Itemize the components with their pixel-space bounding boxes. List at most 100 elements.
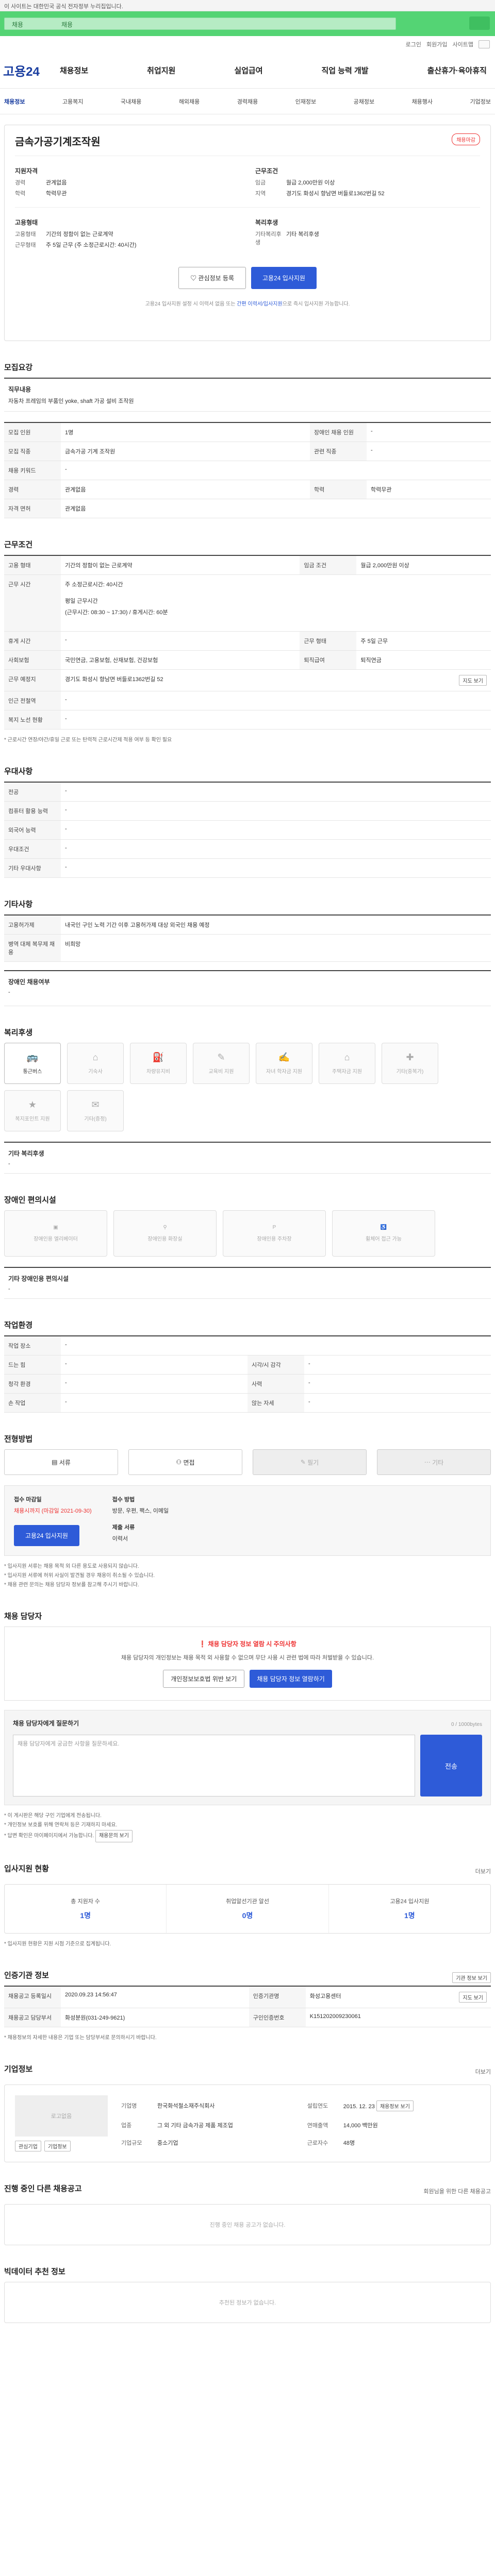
cell-value: 주 5일 근무 [356,631,491,651]
map-button[interactable]: 지도 보기 [459,675,487,686]
signup-link[interactable]: 회원가입 [426,40,447,48]
inquiry-list-button[interactable]: 채용문의 보기 [95,1830,133,1842]
qual-value: 관계없음 [46,180,67,186]
promo-search-field[interactable]: 채용 채용 [4,18,396,30]
cell-label: 기타 우대사항 [4,858,61,878]
pencil-icon: ✎ [300,1459,308,1466]
cell-value: - [61,1336,491,1355]
cell-value: 퇴직연금 [356,650,491,670]
agency-name: 화성고용센터 [309,1993,341,1999]
table-row: 고용 형태 기간의 정함이 없는 근로계약 임금 조건 월급 2,000만원 이상 [4,555,491,575]
emp-label: 고용형태 [15,231,36,238]
cell-label: 장애인 채용 인원 [310,422,367,442]
cell-label: 우대조건 [4,839,61,859]
cell-value: 내국인 구인 노력 기간 이후 고용허가제 대상 외국인 채용 예정 [61,915,491,935]
cell-value: 관계없음 [61,480,310,499]
cell-label: 작업 장소 [4,1336,61,1355]
agency-map-button[interactable]: 지도 보기 [459,1992,487,2003]
cell-label: 퇴직급여 [300,650,357,670]
cell-label: 근무 예정지 [4,669,61,691]
nav-item-jobs[interactable]: 채용정보 [60,65,88,76]
cell-value: - [61,801,491,821]
disab-list: ▣ 장애인용 엘리베이터 ⚲ 장애인용 화장실 P 장애인용 주차장 ♿ 휠체어 접근 … [4,1210,491,1257]
subnav-item[interactable]: 고용복지 [62,97,83,106]
apply-button-2[interactable]: 고용24 입사지원 [14,1525,79,1546]
subnav-item[interactable]: 해외채용 [179,97,200,106]
inquiry-send-button[interactable]: 전송 [420,1735,482,1797]
table-row: 업종 그 외 기타 금속가공 제품 제조업 연매출액 14,000 백만원 [118,2116,480,2133]
disab-card: P 장애인용 주차장 [223,1210,326,1257]
cell-label: 인근 전철역 [4,691,61,710]
apply-notes: * 입사지원 서류는 채용 목적 외 다른 용도로 사용되지 않습니다. * 입… [4,1562,491,1590]
cell-value: - [61,1355,248,1375]
subnav-item[interactable]: 기업정보 [470,97,491,106]
menu-icon[interactable] [478,40,490,48]
corp-table: 기업명 한국화석철소재주식회사 설립연도 2015. 12. 23 채용정보 보기 업… [118,2095,480,2151]
empty-state: 진행 중인 채용 공고가 없습니다. [4,2204,491,2245]
more-link[interactable]: 회원님을 위한 다른 채용공고 [423,2187,491,2195]
nav-item-benefits[interactable]: 실업급여 [234,65,262,76]
subnav-item[interactable]: 공채정보 [354,97,374,106]
screen-written-button[interactable]: ✎ 필기 [253,1449,367,1475]
sitemap-link[interactable]: 사이트맵 [453,40,473,48]
nav-item-training[interactable]: 직업 능력 개발 [321,65,368,76]
login-link[interactable]: 로그인 [406,40,421,48]
screen-etc-button[interactable]: ⋯ 기타 [377,1449,491,1475]
stat-item: 총 지원자 수 1명 [5,1885,167,1933]
table-row: 채용공고 담당부서 화성분원(031-249-9621) 구인인증번호 K151202… [4,2008,491,2027]
apply-button[interactable]: 고용24 입사지원 [251,267,317,289]
bus-icon: 🚌 [26,1052,39,1062]
apply-note-pre: 고용24 입사지원 설정 시 이력서 없음 또는 [145,301,236,307]
table-row: 경력 관계없음 학력 학력무관 [4,480,491,499]
table-row: 복지 노선 현황 - [4,710,491,730]
welfare-card: ✚ 기타(중복가) [382,1043,438,1084]
emp-value: 주 5일 근무 (주 소정근로시간: 40시간) [46,242,137,248]
subnav-item[interactable]: 인재정보 [295,97,316,106]
wishlist-button[interactable]: ♡ 관심정보 등록 [178,267,246,289]
welfare-label: 복지포인트 지원 [15,1116,50,1122]
subnav-item[interactable]: 채용행사 [412,97,433,106]
screen-document-button[interactable]: ▤ 서류 [4,1449,118,1475]
stat-number: 1명 [404,1911,415,1920]
quick-apply-link[interactable]: 간편 이력서/입사지원 [237,301,282,307]
subnav-item[interactable]: 국내채용 [121,97,141,106]
more-link[interactable]: 더보기 [475,2067,491,2076]
promo-action-button[interactable] [469,16,490,30]
section-title: 기타사항 [4,900,33,909]
welfare-section: 복리후생 🚌 통근버스 ⌂ 기숙사 ⛽ 차량유지비 ✎ 교육비 지원 ✍ 자녀 학자금 지원 ⌂ 주택… [4,1027,491,1174]
subnav-item[interactable]: 채용정보 [4,97,25,106]
job-summary-card: 채용마감 금속가공기계조작원 지원자격 경력 관계없음 학력 학력무관 근무조건 임… [4,125,491,341]
contact-view-button[interactable]: 채용 담당자 정보 열람하기 [250,1670,332,1688]
cell-label: 연매출액 [307,2122,328,2129]
cell-value: - [367,442,491,461]
agency-info-button[interactable]: 기관 정보 보기 [452,1972,491,1983]
contact-desc: 채용 담당자의 개인정보는 채용 목적 외 사용할 수 없으며 무단 사용 시 … [121,1655,374,1661]
cell-label: 업종 [121,2122,132,2129]
nav-item-support[interactable]: 취업지원 [147,65,175,76]
info-note: * 채용정보의 자세한 내용은 기업 또는 담당부서로 문의하시기 바랍니다. [4,2035,157,2041]
inquiry-textarea[interactable]: 채용 담당자에게 궁금한 사항을 질문하세요. [13,1735,415,1797]
law-view-button[interactable]: 개인정보보호법 위반 보기 [163,1670,245,1688]
nav-item-leave[interactable]: 출산휴가·육아휴직 [427,65,487,76]
disab-hire-text: - [8,989,10,995]
cell-value: - [61,782,491,802]
corp-detail-button[interactable]: 채용정보 보기 [376,2100,414,2111]
cell-label: 병역 대체 복무제 채용 [4,934,61,962]
subnav-item[interactable]: 경력채용 [237,97,258,106]
promo-label: 채용 [12,21,24,28]
more-link[interactable]: 더보기 [475,1867,491,1875]
env-table: 작업 장소 - 드는 힘 - 시각/시 감각 - 청각 환경 - 사력 - 손 작업 - 앉는 자… [4,1335,491,1413]
fav-corp-button[interactable]: 관심기업 [15,2141,41,2151]
screen-interview-button[interactable]: ⚇ 면접 [128,1449,242,1475]
site-logo[interactable]: 고용24 [3,61,55,79]
contact-box: ❗ 채용 담당자 정보 열람 시 주의사항 채용 담당자의 개인정보는 채용 목… [4,1626,491,1701]
table-row: 자격 면허 관계없음 [4,499,491,518]
table-row: 휴게 시간 - 근무 형태 주 5일 근무 [4,631,491,651]
disab-card-label: 휠체어 접근 가능 [366,1236,402,1242]
section-title: 작업환경 [4,1321,33,1330]
welfare-label: 교육비 지원 [208,1069,234,1075]
tuition-icon: ✍ [278,1052,290,1062]
wel-heading: 복리후생 [255,219,278,226]
table-row: 청각 환경 - 사력 - [4,1374,491,1394]
corp-info-button[interactable]: 기업정보 [44,2141,71,2151]
